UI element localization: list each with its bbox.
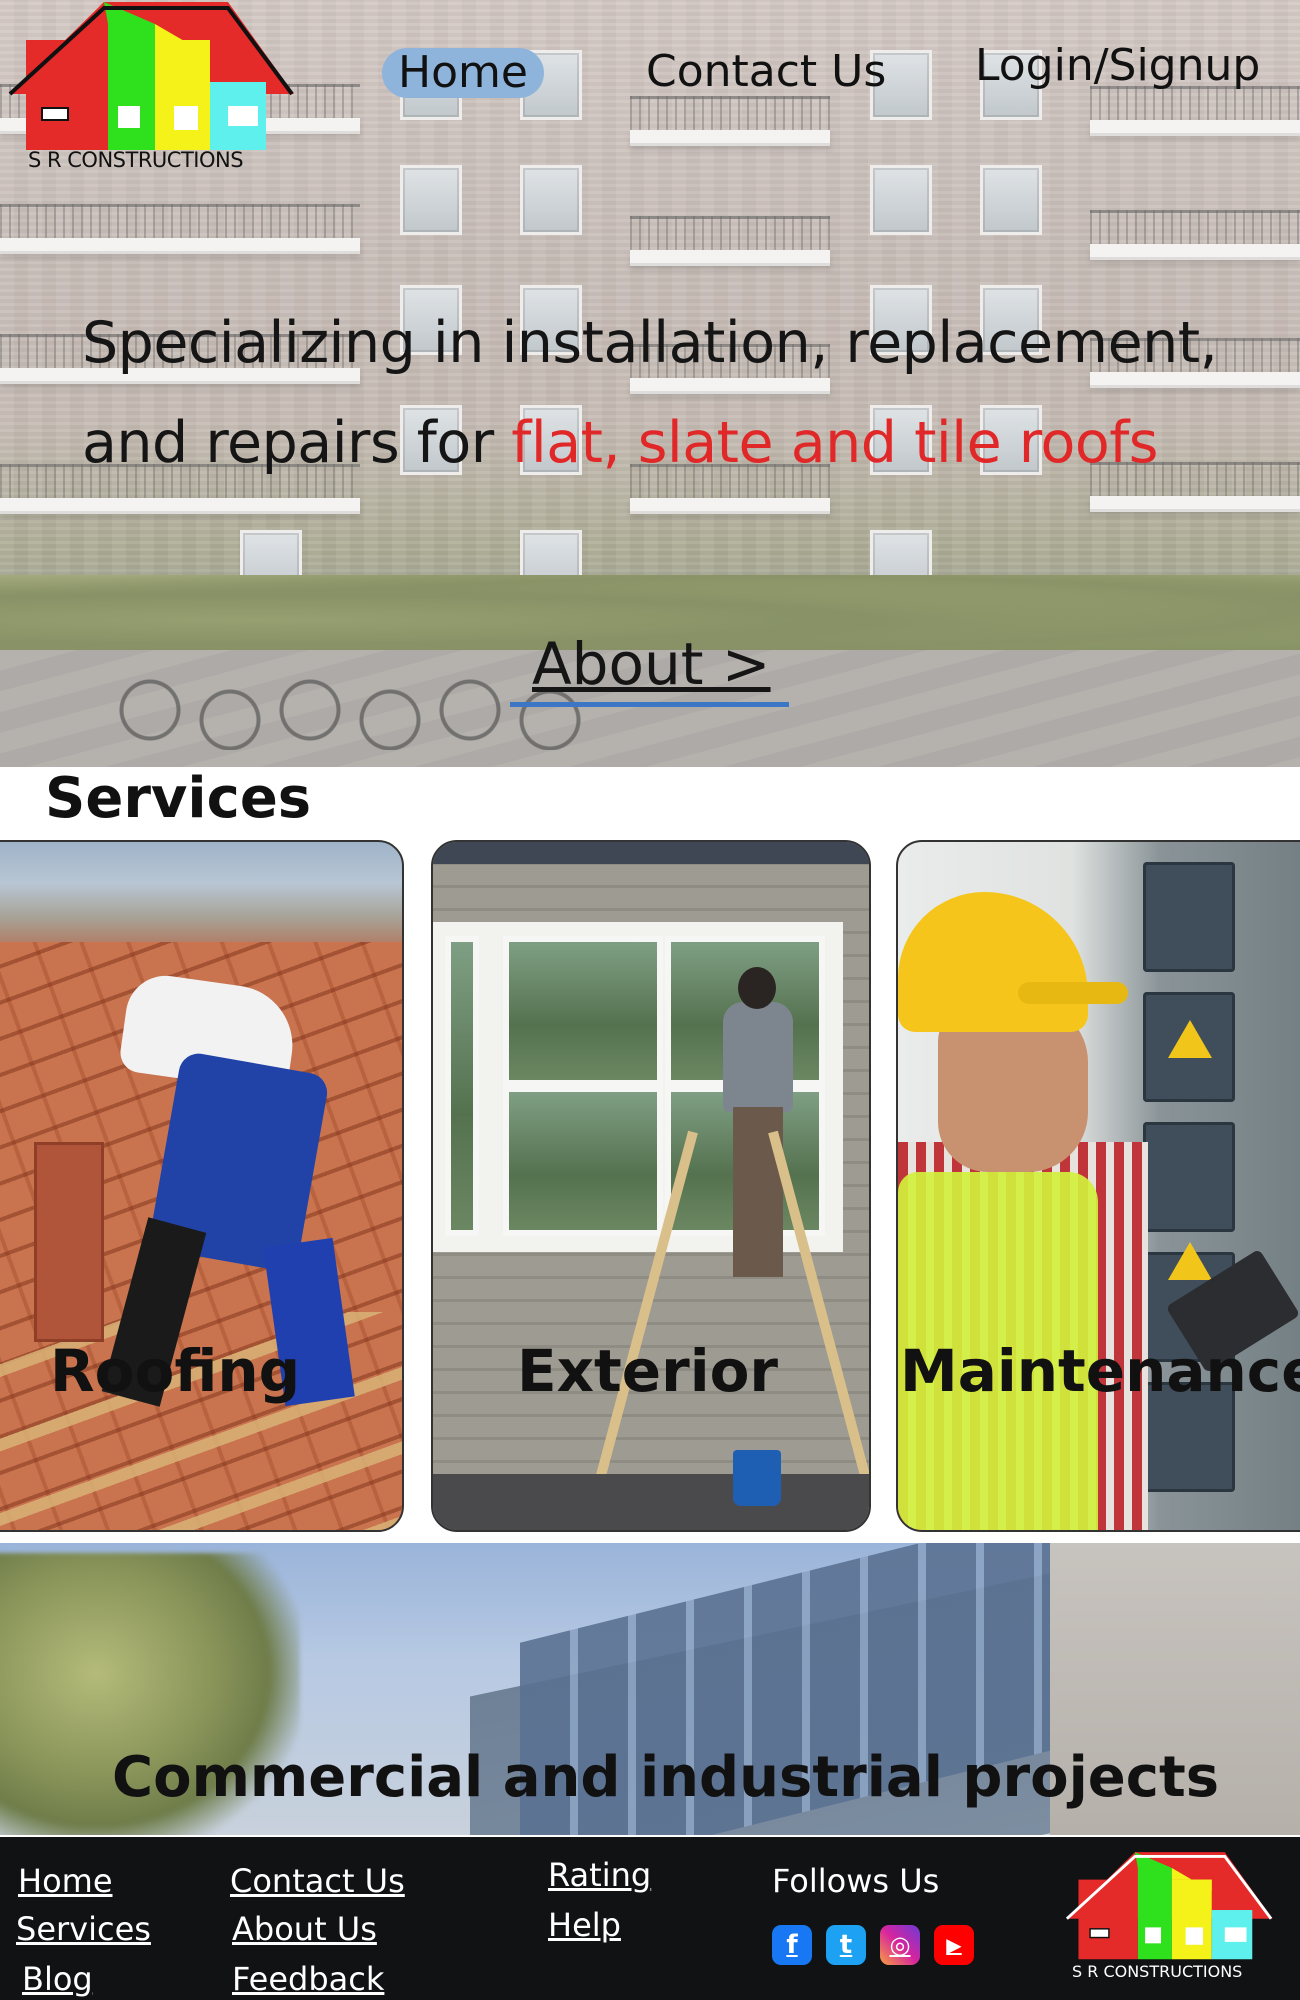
hero-headline-line2: and repairs for flat, slate and tile roo… [82, 410, 1158, 476]
footer-link-services[interactable]: Services [16, 1910, 151, 1948]
twitter-icon[interactable]: t [826, 1925, 866, 1965]
footer-link-rating[interactable]: Rating [548, 1856, 651, 1894]
nav-login-signup-link[interactable]: Login/Signup [975, 40, 1260, 91]
nav-contact-link[interactable]: Contact Us [646, 46, 886, 97]
projects-title: Commercial and industrial projects [112, 1745, 1220, 1810]
electrical-panel-image [1143, 862, 1235, 972]
youtube-icon[interactable]: ▶ [934, 1925, 974, 1965]
footer-link-help[interactable]: Help [548, 1906, 621, 1944]
hard-hat-image [898, 892, 1088, 1032]
footer-link-contact[interactable]: Contact Us [230, 1862, 405, 1900]
service-label-maintenance: Maintenance [900, 1337, 1300, 1405]
service-card-roofing[interactable]: Roofing [0, 840, 404, 1532]
instagram-icon[interactable]: ◎ [880, 1925, 920, 1965]
footer-link-about[interactable]: About Us [232, 1910, 377, 1948]
service-card-maintenance[interactable]: Maintenance [896, 840, 1300, 1532]
services-title: Services [45, 766, 312, 831]
hero-headline-line1: Specializing in installation, replacemen… [82, 310, 1218, 376]
footer-link-blog[interactable]: Blog [22, 1960, 93, 1998]
painter-image [723, 1002, 793, 1112]
service-label-roofing: Roofing [50, 1337, 301, 1405]
about-link[interactable]: About > [510, 630, 789, 707]
nav-home-link[interactable]: Home [382, 48, 544, 98]
bucket-image [733, 1450, 781, 1506]
hero-headline-highlight: flat, slate and tile roofs [511, 410, 1158, 476]
footer-logo [1065, 1852, 1273, 1960]
footer-link-home[interactable]: Home [18, 1862, 113, 1900]
facebook-icon[interactable]: f [772, 1925, 812, 1965]
service-card-exterior[interactable]: Exterior [431, 840, 871, 1532]
footer-logo-text: S R CONSTRUCTIONS [1072, 1962, 1243, 1981]
footer-follow-title: Follows Us [772, 1862, 940, 1900]
hero-headline-prefix: and repairs for [82, 410, 512, 476]
warning-icon [1168, 1020, 1212, 1058]
logo-text: S R CONSTRUCTIONS [28, 148, 244, 172]
footer-link-feedback[interactable]: Feedback [232, 1960, 384, 1998]
service-label-exterior: Exterior [517, 1337, 779, 1405]
